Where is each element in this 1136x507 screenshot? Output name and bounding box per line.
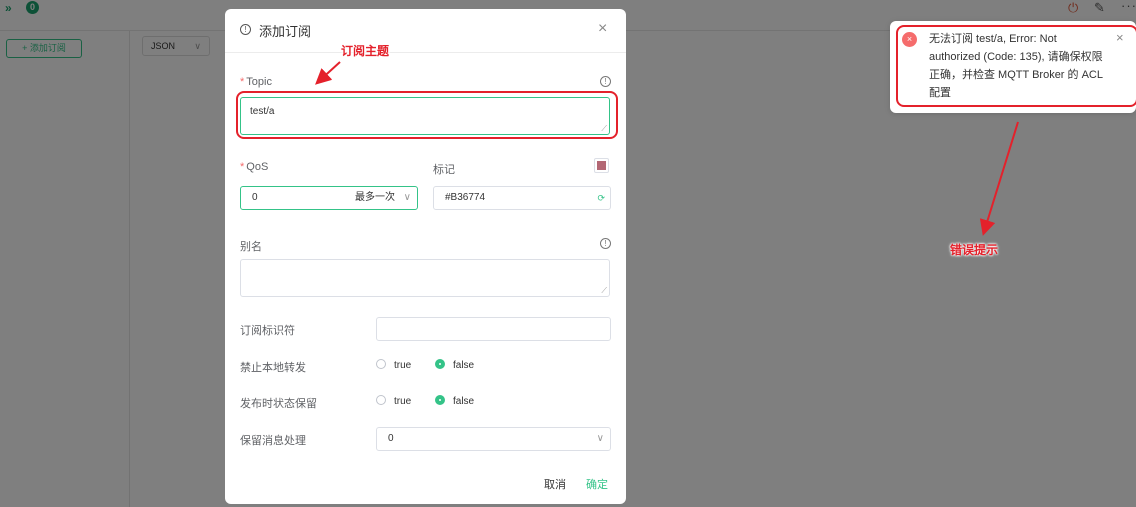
error-callout-arrow bbox=[979, 121, 1019, 236]
topic-callout-arrow bbox=[315, 61, 341, 85]
annotation-arrows bbox=[315, 61, 1019, 236]
